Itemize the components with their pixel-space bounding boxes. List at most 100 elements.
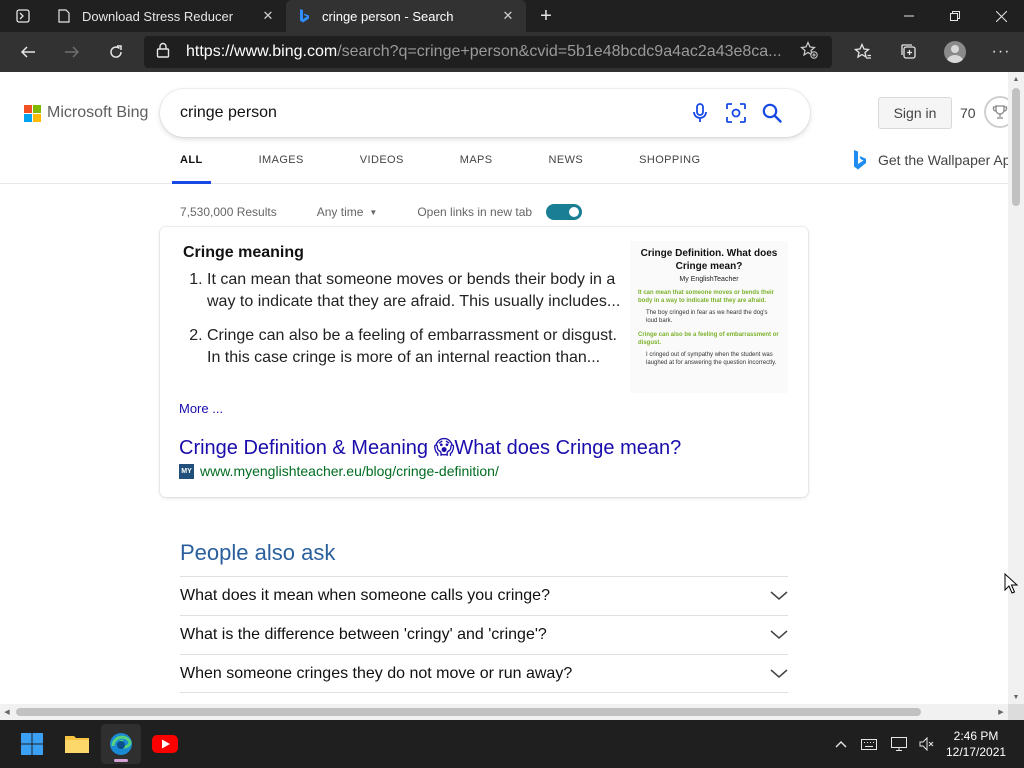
site-favicon-icon: MY [179, 463, 194, 479]
url-text[interactable]: https://www.bing.com/search?q=cringe+per… [186, 43, 800, 61]
tab-close-icon[interactable]: ✕ [500, 8, 516, 24]
lock-icon[interactable] [156, 42, 176, 63]
close-window-button[interactable] [978, 0, 1024, 32]
tab-actions-button[interactable] [0, 0, 46, 32]
result-title-link[interactable]: Cringe Definition & Meaning 😱What does C… [179, 435, 681, 460]
mouse-cursor-icon [1004, 573, 1019, 594]
tab-all[interactable]: ALL [172, 154, 211, 184]
back-button[interactable] [6, 32, 50, 72]
scrollbar-corner [1008, 704, 1024, 720]
bing-logo[interactable]: Microsoft Bing [24, 104, 148, 122]
new-tab-button[interactable]: + [526, 0, 566, 32]
page-icon [56, 8, 72, 24]
show-hidden-icons-button[interactable] [830, 720, 852, 768]
list-item: Cringe can also be a feeling of embarras… [207, 325, 627, 369]
url-host: www.bing.com [234, 43, 338, 60]
favorites-button[interactable] [840, 32, 886, 72]
scroll-down-icon[interactable]: ▼ [1008, 690, 1024, 704]
scroll-left-icon[interactable]: ◀ [0, 704, 14, 720]
forward-button[interactable] [50, 32, 94, 72]
answer-thumbnail-image[interactable]: Cringe Definition. What does Cringe mean… [630, 241, 788, 393]
keyboard-button[interactable] [858, 720, 880, 768]
chevron-up-icon [835, 741, 847, 748]
list-item: It can mean that someone moves or bends … [207, 269, 627, 313]
chevron-down-icon [770, 630, 788, 639]
folder-icon [65, 736, 89, 753]
start-button[interactable] [12, 724, 52, 764]
tab-actions-icon [16, 9, 30, 23]
open-links-toggle[interactable] [546, 204, 583, 220]
wallpaper-promo[interactable]: Get the Wallpaper Ap [852, 149, 1008, 171]
chevron-down-icon [770, 591, 788, 600]
horizontal-scrollbar[interactable]: ◀ ▶ [0, 704, 1008, 720]
tab-videos[interactable]: VIDEOS [352, 154, 412, 184]
result-url[interactable]: MY www.myenglishteacher.eu/blog/cringe-d… [179, 463, 499, 479]
address-bar[interactable]: https://www.bing.com/search?q=cringe+per… [144, 36, 832, 68]
tab-news[interactable]: NEWS [541, 154, 592, 184]
bing-b-icon [854, 150, 866, 170]
youtube-taskbar-button[interactable] [145, 724, 185, 764]
minimize-button[interactable] [886, 0, 932, 32]
favorites-star-icon [854, 43, 871, 59]
search-icon[interactable] [754, 95, 790, 131]
thumbnail-green-text: Cringe can also be a feeling of embarras… [638, 332, 779, 346]
scroll-up-icon[interactable]: ▲ [1008, 72, 1024, 86]
settings-more-button[interactable]: ··· [978, 32, 1024, 72]
restore-button[interactable] [932, 0, 978, 32]
search-input[interactable]: cringe person [180, 104, 682, 122]
paa-question-text: What is the difference between 'cringy' … [180, 626, 547, 643]
windows-taskbar: 2:46 PM 12/17/2021 [0, 720, 1024, 768]
vertical-scroll-thumb[interactable] [1012, 88, 1020, 206]
any-time-filter[interactable]: Any time [317, 205, 364, 219]
add-favorite-icon[interactable] [800, 40, 820, 64]
tab-images[interactable]: IMAGES [251, 154, 312, 184]
paa-question-row[interactable]: What is the difference between 'cringy' … [180, 615, 788, 654]
profile-button[interactable] [932, 32, 978, 72]
url-scheme: https:// [186, 43, 235, 60]
thumbnail-example-text: The boy cringed in fear as we heard the … [646, 310, 768, 324]
paa-question-row[interactable]: When someone cringes they do not move or… [180, 654, 788, 693]
volume-button[interactable] [916, 720, 938, 768]
bing-icon [296, 8, 312, 24]
rewards-points[interactable]: 70 [960, 105, 976, 121]
vertical-scrollbar[interactable]: ▲ ▼ [1008, 72, 1024, 704]
forward-arrow-icon [65, 46, 80, 58]
refresh-button[interactable] [94, 32, 138, 72]
answer-heading: Cringe meaning [183, 244, 304, 261]
microsoft-logo-icon [24, 104, 41, 122]
taskbar-clock[interactable]: 2:46 PM 12/17/2021 [946, 728, 1006, 760]
horizontal-scroll-thumb[interactable] [16, 708, 921, 716]
file-explorer-button[interactable] [57, 724, 97, 764]
scroll-right-icon[interactable]: ▶ [994, 704, 1008, 720]
clock-time: 2:46 PM [953, 729, 999, 743]
people-also-ask: People also ask What does it mean when s… [180, 540, 788, 693]
tab-cringe-search[interactable]: cringe person - Search ✕ [286, 0, 526, 32]
toolbar-right: ··· [840, 32, 1024, 72]
results-count: 7,530,000 Results [180, 205, 277, 219]
tab-close-icon[interactable]: ✕ [260, 8, 276, 24]
tab-title: Download Stress Reducer [82, 8, 234, 24]
visual-search-icon[interactable] [718, 95, 754, 131]
tab-shopping[interactable]: SHOPPING [631, 154, 708, 184]
windows-logo-icon [21, 733, 43, 755]
collections-button[interactable] [886, 32, 932, 72]
url-path: /search?q=cringe+person&cvid=5b1e48bcdc9… [337, 43, 782, 60]
edge-taskbar-button[interactable] [101, 724, 141, 764]
caret-down-icon[interactable]: ▼ [369, 208, 377, 217]
answer-list: It can mean that someone moves or bends … [207, 269, 627, 381]
thumbnail-brand: My EnglishTeacher [679, 276, 739, 283]
edge-icon [110, 733, 132, 755]
network-button[interactable] [888, 720, 910, 768]
search-scopes: ALL IMAGES VIDEOS MAPS NEWS SHOPPING [172, 154, 748, 184]
sign-in-button[interactable]: Sign in [878, 97, 952, 129]
paa-question-text: When someone cringes they do not move or… [180, 664, 573, 682]
paa-question-row[interactable]: What does it mean when someone calls you… [180, 576, 788, 615]
tab-maps[interactable]: MAPS [452, 154, 501, 184]
search-box[interactable]: cringe person [160, 89, 810, 137]
tab-download-stress-reducer[interactable]: Download Stress Reducer ✕ [46, 0, 286, 32]
rewards-trophy-icon[interactable] [984, 96, 1008, 128]
microphone-icon[interactable] [682, 95, 718, 131]
more-link[interactable]: More ... [179, 401, 223, 416]
wallpaper-promo-text: Get the Wallpaper Ap [878, 152, 1008, 168]
browser-titlebar: Download Stress Reducer ✕ cringe person … [0, 0, 1024, 32]
